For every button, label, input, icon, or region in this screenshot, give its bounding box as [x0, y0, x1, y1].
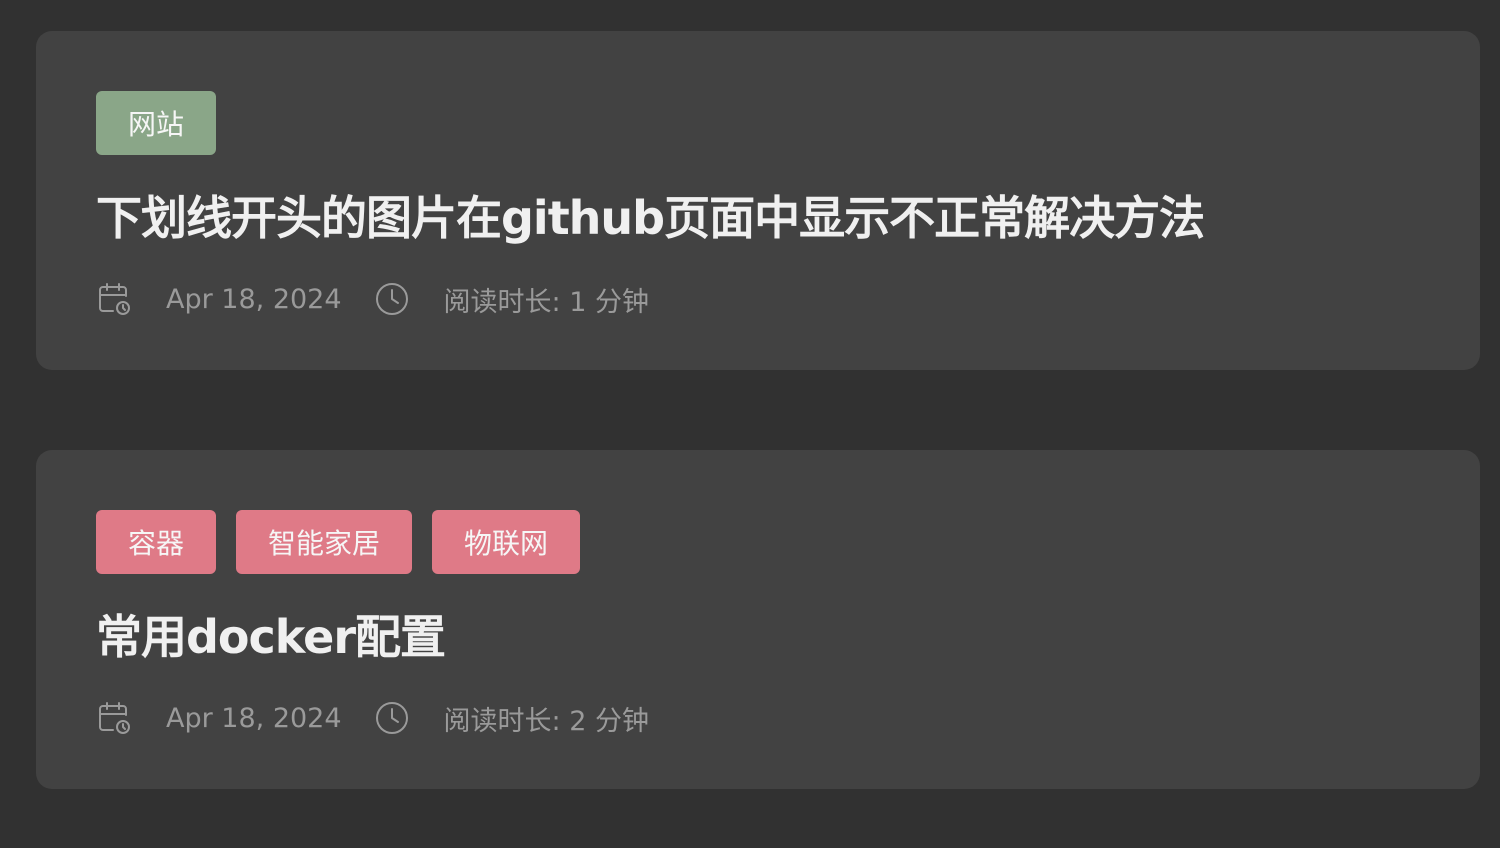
tag-chip[interactable]: 网站 [96, 91, 217, 155]
reading-time: 阅读时长: 1 分钟 [443, 286, 649, 318]
clock-icon [374, 700, 410, 736]
post-card[interactable]: 网站 下划线开头的图片在github页面中显示不正常解决方法 Apr 18, 2… [36, 31, 1480, 370]
tag-chip[interactable]: 容器 [96, 510, 217, 574]
post-title[interactable]: 下划线开头的图片在github页面中显示不正常解决方法 [96, 183, 1420, 253]
post-meta: Apr 18, 2024 阅读时长: 2 分钟 [96, 698, 1420, 738]
tag-chip[interactable]: 智能家居 [236, 510, 413, 574]
tag-chip[interactable]: 物联网 [432, 510, 581, 574]
post-date: Apr 18, 2024 [166, 283, 342, 315]
post-title[interactable]: 常用docker配置 [96, 602, 1420, 672]
calendar-clock-icon [96, 700, 132, 736]
clock-icon [374, 281, 410, 317]
reading-time: 阅读时长: 2 分钟 [443, 705, 649, 737]
post-date: Apr 18, 2024 [166, 702, 342, 734]
calendar-clock-icon [96, 281, 132, 317]
post-card[interactable]: 容器 智能家居 物联网 常用docker配置 Apr 18, 2024 阅读时长… [36, 450, 1480, 789]
post-meta: Apr 18, 2024 阅读时长: 1 分钟 [96, 279, 1420, 319]
post-tags: 网站 [96, 91, 1420, 155]
post-tags: 容器 智能家居 物联网 [96, 510, 1420, 574]
post-feed: 网站 下划线开头的图片在github页面中显示不正常解决方法 Apr 18, 2… [0, 0, 1500, 848]
